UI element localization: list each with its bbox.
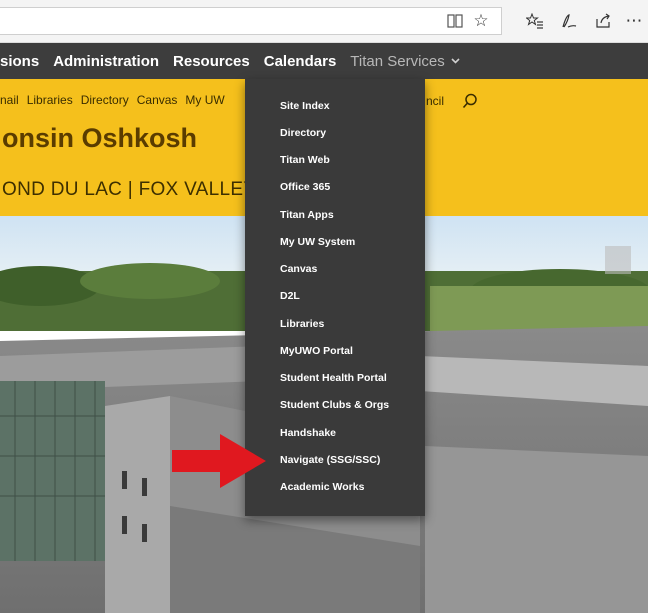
quick-link-libraries[interactable]: Libraries xyxy=(27,93,73,107)
menu-item-office-365[interactable]: Office 365 xyxy=(280,181,330,193)
site-subtitle: OND DU LAC | FOX VALLEY xyxy=(2,179,257,200)
share-icon[interactable] xyxy=(591,9,615,33)
menu-item-titan-web[interactable]: Titan Web xyxy=(280,154,330,166)
menu-item-directory[interactable]: Directory xyxy=(280,127,326,139)
site-navigation: sions Administration Resources Calendars… xyxy=(0,43,648,79)
titan-services-dropdown: Site Index Directory Titan Web Office 36… xyxy=(245,79,425,516)
favorite-star-icon[interactable]: ☆ xyxy=(469,9,493,33)
nav-item-titan-services-label: Titan Services xyxy=(350,52,445,70)
reading-view-icon[interactable] xyxy=(443,9,467,33)
chevron-down-icon xyxy=(451,58,460,64)
browser-toolbar: ☆ ⋯ xyxy=(0,0,648,43)
quick-link-canvas[interactable]: Canvas xyxy=(137,93,178,107)
quick-link-my-uw[interactable]: My UW xyxy=(185,93,224,107)
menu-item-libraries[interactable]: Libraries xyxy=(280,318,324,330)
red-arrow-icon xyxy=(172,434,266,488)
nav-item-admissions[interactable]: sions xyxy=(0,53,39,70)
menu-item-my-uw-system[interactable]: My UW System xyxy=(280,236,355,248)
quick-links: nail Libraries Directory Canvas My UW xyxy=(0,93,225,107)
pen-icon[interactable] xyxy=(557,9,581,33)
nav-item-resources[interactable]: Resources xyxy=(173,53,250,70)
nav-item-administration[interactable]: Administration xyxy=(53,53,159,70)
menu-item-student-health-portal[interactable]: Student Health Portal xyxy=(280,372,387,384)
favorites-list-icon[interactable] xyxy=(523,9,547,33)
search-icon[interactable] xyxy=(462,93,478,109)
quick-link-email[interactable]: nail xyxy=(0,93,19,107)
quick-link-directory[interactable]: Directory xyxy=(81,93,129,107)
address-bar[interactable] xyxy=(0,7,502,35)
more-icon[interactable]: ⋯ xyxy=(622,9,646,33)
site-title[interactable]: onsin Oshkosh xyxy=(2,123,197,154)
banner-right-links: ncil xyxy=(426,93,478,109)
menu-item-academic-works[interactable]: Academic Works xyxy=(280,481,364,493)
menu-item-d2l[interactable]: D2L xyxy=(280,290,300,302)
nav-item-calendars[interactable]: Calendars xyxy=(264,53,337,70)
menu-item-site-index[interactable]: Site Index xyxy=(280,100,330,112)
menu-item-navigate[interactable]: Navigate (SSG/SSC) xyxy=(280,454,380,466)
menu-item-canvas[interactable]: Canvas xyxy=(280,263,317,275)
menu-item-titan-apps[interactable]: Titan Apps xyxy=(280,209,334,221)
menu-item-myuwo-portal[interactable]: MyUWO Portal xyxy=(280,345,353,357)
nav-item-titan-services[interactable]: Titan Services xyxy=(350,52,460,70)
quick-link-council[interactable]: ncil xyxy=(426,94,444,108)
menu-item-handshake[interactable]: Handshake xyxy=(280,427,336,439)
menu-item-student-clubs-orgs[interactable]: Student Clubs & Orgs xyxy=(280,399,389,411)
